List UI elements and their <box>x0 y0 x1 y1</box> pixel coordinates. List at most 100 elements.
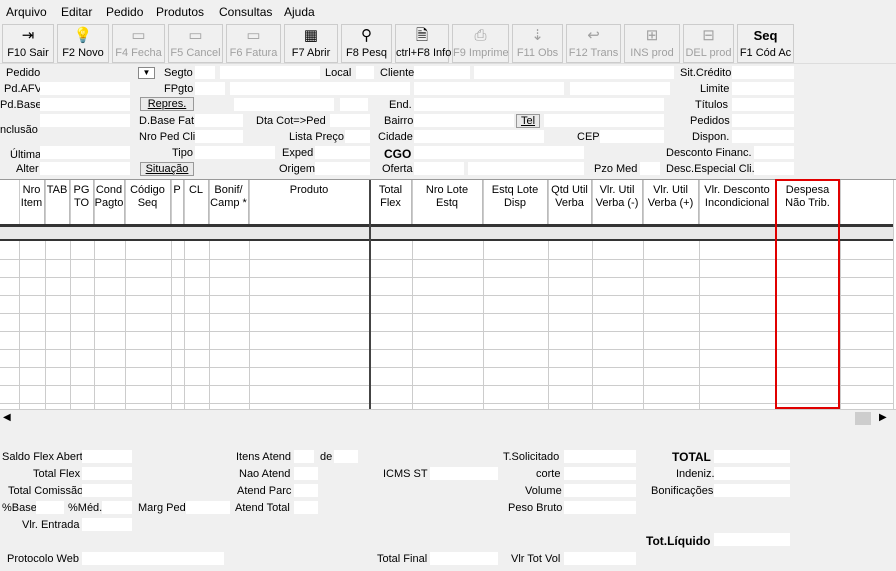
tot-liquido-field <box>714 533 790 546</box>
col-vlr-desconto-incondicional[interactable]: Vlr. Desconto Incondicional <box>699 180 776 224</box>
limite-field <box>732 82 794 95</box>
col-qtd-util-verba[interactable]: Qtd Util Verba <box>548 180 592 224</box>
menu-ajuda[interactable]: Ajuda <box>284 5 315 19</box>
pedidos-field <box>732 114 794 127</box>
menu-arquivo[interactable]: Arquivo <box>6 5 47 19</box>
menu-produtos[interactable]: Produtos <box>156 5 204 19</box>
toolbar-button-9[interactable]: ⇣ F11 Obs <box>512 24 563 63</box>
label-inclusao: nclusão <box>0 124 38 136</box>
col-nro-lote-estq[interactable]: Nro Lote Estq <box>412 180 483 224</box>
label-dbase-fat: D.Base Fat <box>139 115 195 127</box>
table-row[interactable] <box>0 227 893 241</box>
toolbar-button-8[interactable]: ⎙ F9 Imprime <box>452 24 509 63</box>
pedido-dropdown-arrow-icon[interactable]: ▼ <box>138 67 155 79</box>
print-icon: ⎙ <box>474 27 487 44</box>
bairro-field <box>414 114 514 127</box>
toolbar-button-4[interactable]: ▭ F6 Fatura <box>226 24 281 63</box>
label-itens-atend: Itens Atend <box>236 451 292 463</box>
col-nro-item[interactable]: Nro Item <box>19 180 45 224</box>
col-pgto[interactable]: PG TO <box>70 180 94 224</box>
exped-field <box>315 146 370 159</box>
nro-ped-cli-field[interactable] <box>195 130 243 143</box>
toolbar-button-13[interactable]: Seq F1 Cód Ac <box>737 24 794 63</box>
toolbar-button-0[interactable]: ⇥ F10 Sair <box>2 24 54 63</box>
toolbar-button-label: F2 Novo <box>62 47 104 59</box>
cliente-name-field[interactable] <box>474 66 674 79</box>
label-peso-bruto: Peso Bruto <box>508 502 563 514</box>
label-dispon: Dispon. <box>692 131 730 143</box>
col-produto[interactable]: Produto <box>249 180 370 224</box>
label-saldo-flex-abert: Saldo Flex Abert <box>2 451 83 463</box>
col-vlr-util-verba-minus[interactable]: Vlr. Util Verba (-) <box>592 180 643 224</box>
col-estq-lote-disp[interactable]: Estq Lote Disp <box>483 180 548 224</box>
col-total-flex[interactable]: Total Flex <box>370 180 412 224</box>
cidade-field <box>414 130 544 143</box>
label-marg-ped: Marg Ped <box>138 502 186 514</box>
pd-afv-field[interactable] <box>40 82 130 95</box>
toolbar-button-10[interactable]: ↩ F12 Trans <box>566 24 621 63</box>
toolbar-button-11[interactable]: ⊞ INS prod <box>624 24 680 63</box>
bonificacoes-field <box>714 484 790 497</box>
grid-row-divider <box>0 385 893 386</box>
scroll-right-icon[interactable]: ▶ <box>879 412 887 423</box>
situacao-button[interactable]: Situação <box>140 162 194 176</box>
repres-button[interactable]: Repres. <box>140 97 194 111</box>
label-cidade: Cidade <box>378 131 413 143</box>
toolbar-button-5[interactable]: ▦ F7 Abrir <box>284 24 338 63</box>
local-field[interactable] <box>356 66 374 79</box>
segto-field[interactable] <box>195 66 215 79</box>
label-origem: Origem <box>279 163 316 175</box>
insert-icon: ⊞ <box>645 27 659 44</box>
horizontal-scrollbar[interactable]: ◀ ▶ <box>0 409 896 427</box>
col-cond-pagto[interactable]: Cond Pagto <box>94 180 125 224</box>
toolbar-button-12[interactable]: ⊟ DEL prod <box>683 24 734 63</box>
tel-button[interactable]: Tel <box>516 114 540 128</box>
scroll-left-icon[interactable]: ◀ <box>3 412 11 423</box>
col-bonif-camp[interactable]: Bonif/ Camp * <box>209 180 249 224</box>
pd-base-field[interactable] <box>40 98 130 111</box>
info-icon: 🗎 <box>415 27 429 44</box>
col-tab[interactable]: TAB <box>45 180 70 224</box>
label-alter: Alter <box>16 163 39 175</box>
label-desconto-financ: Desconto Financ. <box>666 147 752 159</box>
label-bonificacoes: Bonificações <box>651 485 714 497</box>
menu-consultas[interactable]: Consultas <box>219 5 272 19</box>
toolbar-button-1[interactable]: 💡 F2 Novo <box>57 24 109 63</box>
cliente-code-field[interactable] <box>414 66 470 79</box>
tipo-field <box>195 146 275 159</box>
grid-row-divider <box>0 259 893 260</box>
toolbar-button-6[interactable]: ⚲ F8 Pesq <box>341 24 392 63</box>
dbase-fat-field[interactable] <box>195 114 243 127</box>
label-corte: corte <box>536 468 561 480</box>
label-total-comissao: Total Comissão <box>8 485 84 497</box>
col-p[interactable]: P <box>171 180 184 224</box>
label-bairro: Bairro <box>384 115 414 127</box>
label-cliente: Cliente <box>380 67 415 79</box>
grid-row-divider <box>0 313 893 314</box>
corte-field <box>564 467 636 480</box>
toolbar-button-label: F11 Obs <box>516 47 559 59</box>
col-vlr-util-verba-plus[interactable]: Vlr. Util Verba (+) <box>643 180 699 224</box>
toolbar-button-label: F6 Fatura <box>229 47 278 59</box>
menu-pedido[interactable]: Pedido <box>106 5 143 19</box>
grid-row-divider <box>0 277 893 278</box>
fpgto-field[interactable] <box>195 82 225 95</box>
lightbulb-icon: 💡 <box>73 27 93 44</box>
toolbar-button-2[interactable]: ▭ F4 Fecha <box>112 24 165 63</box>
items-grid[interactable]: Nro Item TAB PG TO Cond Pagto Código Seq P CL B… <box>0 179 896 410</box>
tel-field <box>544 114 664 127</box>
col-cl[interactable]: CL <box>184 180 209 224</box>
toolbar-button-label: F9 Imprime <box>453 47 509 59</box>
col-codigo-seq[interactable]: Código Seq <box>125 180 171 224</box>
dispon-field <box>732 130 794 143</box>
menu-editar[interactable]: Editar <box>61 5 92 19</box>
segto-desc-field[interactable] <box>220 66 320 79</box>
delete-icon: ⊟ <box>702 27 715 44</box>
toolbar-button-7[interactable]: 🗎 ctrl+F8 Info <box>395 24 451 63</box>
scroll-thumb[interactable] <box>855 412 871 425</box>
label-tot-liquido: Tot.Líquido <box>646 534 711 548</box>
label-dta-cot: Dta Cot=>Ped <box>256 115 326 127</box>
label-limite: Limite <box>700 83 730 95</box>
t-solicitado-field <box>564 450 636 463</box>
toolbar-button-3[interactable]: ▭ F5 Cancel <box>168 24 223 63</box>
